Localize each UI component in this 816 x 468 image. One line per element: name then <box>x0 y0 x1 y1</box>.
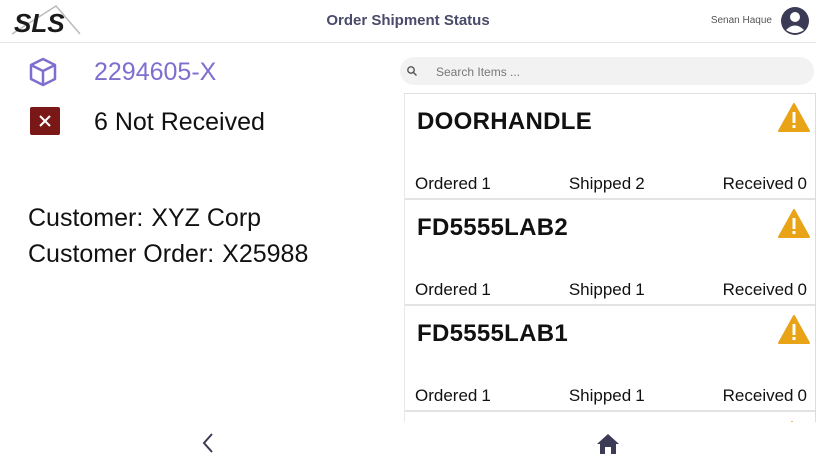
warning-icon <box>778 315 810 344</box>
ordered-stat: Ordered 1 <box>415 280 491 299</box>
shipped-stat: Shipped 1 <box>568 280 645 299</box>
item-stats: Ordered 1 Shipped 2 Received 0 <box>415 174 807 196</box>
received-stat: Received 0 <box>722 280 807 299</box>
customer-order-line: Customer Order: X25988 <box>28 236 308 272</box>
bottom-nav <box>0 422 816 468</box>
search-icon <box>407 66 417 76</box>
customer-label: Customer: <box>28 204 144 232</box>
customer-value: XYZ Corp <box>151 204 262 232</box>
received-stat: Received 0 <box>722 386 807 405</box>
warning-icon <box>778 103 810 132</box>
item-name: FD5555LAB1 <box>417 320 569 347</box>
item-card[interactable]: FD5555LAB2 Ordered 1 Shipped 1 Received 0 <box>405 200 816 306</box>
customer-info: Customer: XYZ Corp Customer Order: X25988 <box>28 200 308 272</box>
warning-icon <box>778 209 810 238</box>
avatar-icon[interactable] <box>780 6 810 36</box>
received-stat: Received 0 <box>722 174 807 193</box>
ordered-stat: Ordered 1 <box>415 386 491 405</box>
item-name: DOORHANDLE <box>417 108 592 135</box>
item-stats: Ordered 1 Shipped 1 Received 0 <box>415 280 807 302</box>
shipped-stat: Shipped 2 <box>568 174 645 193</box>
item-card[interactable]: DOORHANDLE Ordered 1 Shipped 2 Received 0 <box>405 94 816 200</box>
status-text: 6 Not Received <box>94 108 265 136</box>
shipped-stat: Shipped 1 <box>568 386 645 405</box>
item-name: FD5555LAB2 <box>417 214 569 241</box>
item-list[interactable]: DOORHANDLE Ordered 1 Shipped 2 Received 0 F… <box>404 93 816 423</box>
home-icon[interactable] <box>595 431 621 457</box>
ordered-stat: Ordered 1 <box>415 174 491 193</box>
x-icon <box>30 107 60 135</box>
order-id: 2294605-X <box>94 58 217 86</box>
back-icon[interactable] <box>196 430 222 456</box>
search-input[interactable] <box>434 61 798 83</box>
customer-order-value: X25988 <box>222 240 309 268</box>
app-header: SLS Order Shipment Status Senan Haque <box>0 0 816 43</box>
item-card[interactable]: FD5555LAB1 Ordered 1 Shipped 1 Received 0 <box>405 306 816 412</box>
user-name: Senan Haque <box>710 15 772 26</box>
item-stats: Ordered 1 Shipped 1 Received 0 <box>415 386 807 408</box>
customer-line: Customer: XYZ Corp <box>28 200 308 236</box>
customer-order-label: Customer Order: <box>28 240 215 268</box>
box-icon <box>29 57 57 87</box>
page-title: Order Shipment Status <box>326 12 490 29</box>
search-bar[interactable] <box>400 57 814 85</box>
